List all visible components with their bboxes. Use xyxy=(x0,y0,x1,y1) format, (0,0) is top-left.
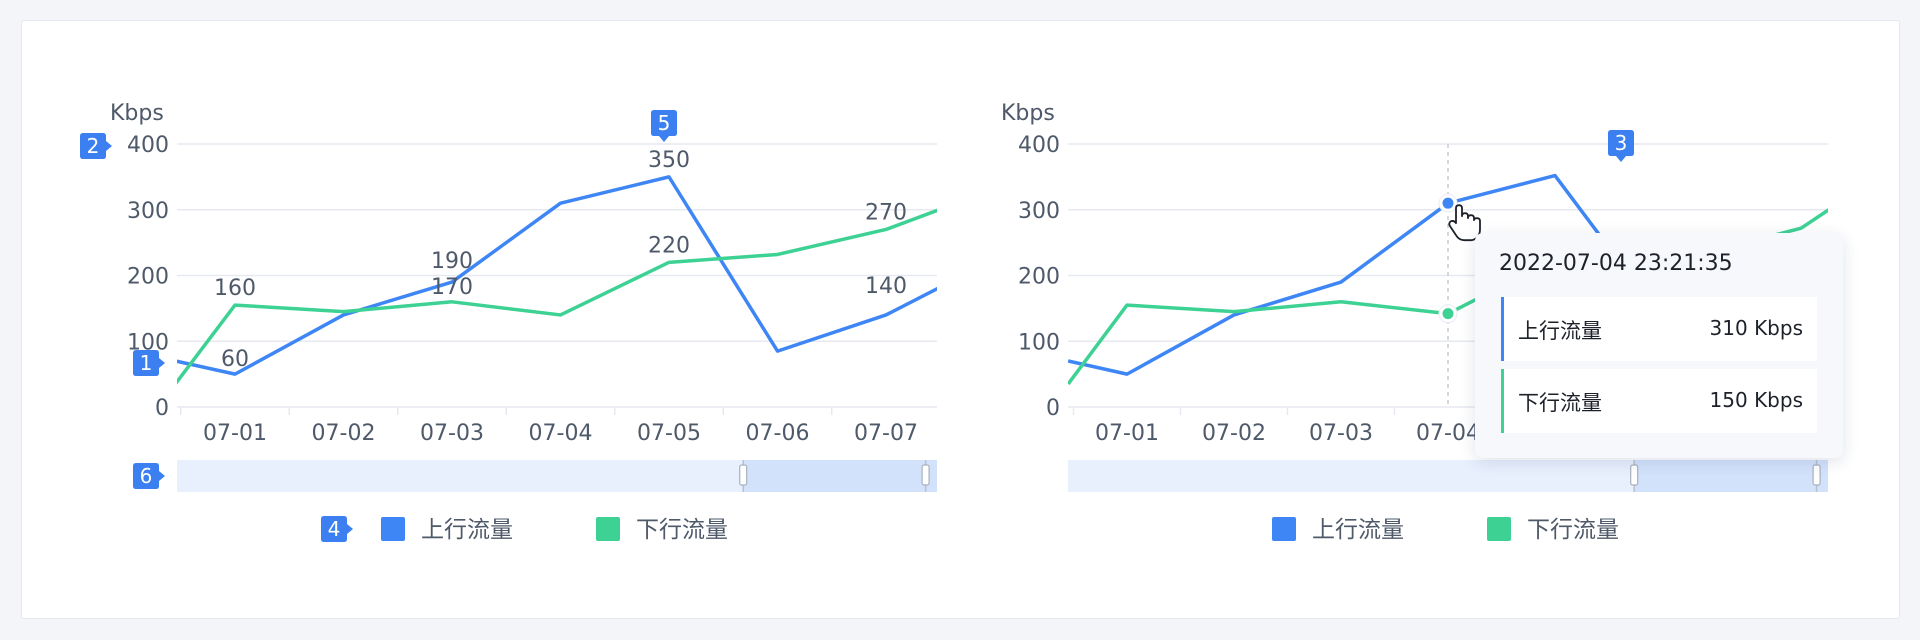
x-tick-label: 07-03 xyxy=(1309,421,1373,446)
y-tick-label: 100 xyxy=(1018,330,1060,355)
hover-point xyxy=(1442,308,1454,320)
data-label: 190 xyxy=(431,249,473,274)
y-tick-label: 300 xyxy=(127,199,169,224)
legend-label[interactable]: 上行流量 xyxy=(1312,517,1404,543)
x-tick-label: 07-06 xyxy=(746,421,810,446)
hover-point xyxy=(1442,197,1454,209)
legend-label[interactable]: 下行流量 xyxy=(1527,517,1619,543)
data-label: 170 xyxy=(431,275,473,300)
y-tick-label: 0 xyxy=(155,396,169,421)
x-tick-label: 07-02 xyxy=(1202,421,1266,446)
y-tick-label: 0 xyxy=(1046,396,1060,421)
legend-swatch[interactable] xyxy=(381,517,405,541)
x-tick-label: 07-01 xyxy=(1095,421,1159,446)
tooltip-title: 2022-07-04 23:21:35 xyxy=(1499,251,1733,276)
zoom-slider-selection[interactable] xyxy=(743,460,937,492)
x-tick-label: 07-07 xyxy=(854,421,918,446)
y-tick-label: 400 xyxy=(127,133,169,158)
chart-tooltip: 2022-07-04 23:21:35 上行流量 310 Kbps 下行流量 1… xyxy=(1475,233,1843,458)
tooltip-series-value: 150 Kbps xyxy=(1709,388,1803,412)
zoom-slider-handle[interactable] xyxy=(1630,464,1639,486)
legend-swatch[interactable] xyxy=(596,517,620,541)
y-axis-label: Kbps xyxy=(110,101,164,126)
zoom-slider-selection[interactable] xyxy=(1634,460,1828,492)
annotation-marker-label: 5 xyxy=(658,111,671,135)
x-tick-label: 07-03 xyxy=(420,421,484,446)
zoom-slider-handle[interactable] xyxy=(1812,464,1821,486)
annotation-marker-label: 3 xyxy=(1615,131,1628,155)
data-label: 140 xyxy=(865,274,907,299)
y-tick-label: 200 xyxy=(1018,265,1060,290)
annotation-marker-label: 4 xyxy=(328,517,341,541)
legend-swatch[interactable] xyxy=(1487,517,1511,541)
x-tick-label: 07-05 xyxy=(637,421,701,446)
zoom-slider-handle[interactable] xyxy=(921,464,930,486)
legend-label[interactable]: 下行流量 xyxy=(636,517,728,543)
annotation-marker-label: 1 xyxy=(140,351,153,375)
y-tick-label: 200 xyxy=(127,265,169,290)
data-label: 270 xyxy=(865,200,907,225)
tooltip-row-downstream: 下行流量 150 Kbps xyxy=(1501,369,1817,433)
zoom-slider-handle[interactable] xyxy=(739,464,748,486)
x-tick-label: 07-01 xyxy=(203,421,267,446)
x-tick-label: 07-04 xyxy=(1416,421,1480,446)
data-label: 60 xyxy=(221,347,249,372)
tooltip-series-name: 下行流量 xyxy=(1518,391,1602,415)
y-tick-label: 400 xyxy=(1018,133,1060,158)
y-axis-label: Kbps xyxy=(1001,101,1055,126)
series-line xyxy=(177,208,937,385)
data-label: 160 xyxy=(214,276,256,301)
tooltip-series-value: 310 Kbps xyxy=(1709,316,1803,340)
x-tick-label: 07-04 xyxy=(529,421,593,446)
legend-label[interactable]: 上行流量 xyxy=(421,517,513,543)
data-label: 350 xyxy=(648,148,690,173)
x-tick-label: 07-02 xyxy=(312,421,376,446)
data-label: 220 xyxy=(648,233,690,258)
y-tick-label: 300 xyxy=(1018,199,1060,224)
annotation-marker-label: 6 xyxy=(140,464,153,488)
legend-swatch[interactable] xyxy=(1272,517,1296,541)
tooltip-series-name: 上行流量 xyxy=(1518,319,1602,343)
tooltip-row-upstream: 上行流量 310 Kbps xyxy=(1501,297,1817,361)
annotation-marker-label: 2 xyxy=(87,134,100,158)
